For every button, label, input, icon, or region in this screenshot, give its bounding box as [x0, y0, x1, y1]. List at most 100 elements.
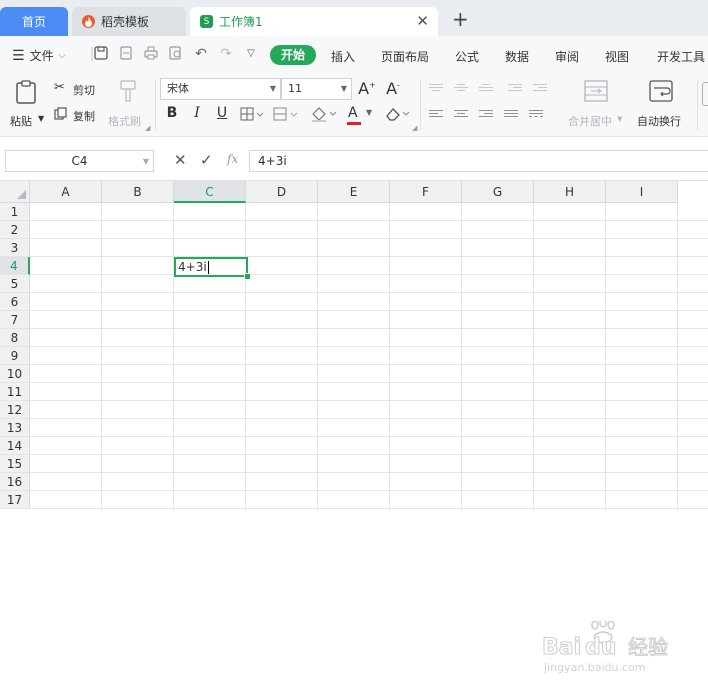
gridline [317, 203, 318, 511]
gridline [30, 436, 708, 437]
close-tab-icon[interactable]: ✕ [416, 13, 429, 29]
column-header-h[interactable]: H [534, 181, 606, 203]
customize-toolbar-icon[interactable]: ▽ [243, 46, 259, 62]
distributed-align-icon[interactable] [529, 110, 543, 120]
redo-icon[interactable]: ↷ [218, 46, 234, 62]
column-header-i[interactable]: I [606, 181, 678, 203]
cell-style-icon[interactable] [273, 107, 299, 124]
font-name-value: 宋体 [167, 82, 189, 95]
italic-button[interactable]: I [188, 105, 206, 121]
paste-button[interactable]: 粘贴 ▼ [10, 80, 50, 130]
chevron-down-icon: ▼ [38, 114, 45, 123]
column-header-c[interactable]: C [174, 181, 246, 203]
borders-icon[interactable] [240, 107, 264, 124]
row-header-6[interactable]: 6 [0, 293, 30, 311]
row-header-12[interactable]: 12 [0, 401, 30, 419]
tab-home[interactable]: 首页 [0, 7, 68, 36]
align-left-icon[interactable] [429, 110, 443, 120]
gridline [389, 203, 390, 511]
row-header-9[interactable]: 9 [0, 347, 30, 365]
ribbon-tab-insert[interactable]: 插入 [331, 48, 355, 65]
column-header-a[interactable]: A [30, 181, 102, 203]
active-cell-c4[interactable]: 4+3i [174, 257, 248, 277]
paintbrush-icon [118, 80, 138, 105]
row-header-3[interactable]: 3 [0, 239, 30, 257]
column-header-b[interactable]: B [102, 181, 174, 203]
row-header-14[interactable]: 14 [0, 437, 30, 455]
print-preview-icon[interactable] [168, 46, 184, 62]
row-header-8[interactable]: 8 [0, 329, 30, 347]
row-header-15[interactable]: 15 [0, 455, 30, 473]
undo-icon[interactable]: ↶ [193, 46, 209, 62]
formula-input[interactable]: 4+3i [249, 150, 708, 172]
confirm-entry-icon[interactable]: ✓ [200, 151, 213, 169]
spreadsheet-grid[interactable]: A B C D E F G H I 1 2 3 4 5 6 7 8 9 10 1… [0, 181, 708, 674]
save-icon[interactable] [93, 46, 109, 62]
row-header-5[interactable]: 5 [0, 275, 30, 293]
row-header-17[interactable]: 17 [0, 491, 30, 509]
row-header-7[interactable]: 7 [0, 311, 30, 329]
font-name-select[interactable]: 宋体 ▼ [160, 78, 281, 100]
cancel-entry-icon[interactable]: ✕ [174, 151, 187, 169]
dialog-launcher-icon[interactable]: ◢ [145, 124, 150, 132]
clear-format-icon[interactable] [384, 106, 410, 125]
print-icon[interactable] [143, 46, 159, 62]
copy-button[interactable]: 复制 [54, 106, 102, 124]
bold-button[interactable]: B [163, 105, 181, 121]
merge-center-button[interactable]: 合并居中 ▼ [566, 80, 626, 130]
align-middle-icon[interactable] [454, 84, 468, 94]
dialog-launcher-icon[interactable]: ◢ [412, 124, 417, 132]
column-header-d[interactable]: D [246, 181, 318, 203]
ribbon-tab-view[interactable]: 视图 [605, 48, 629, 65]
decrease-font-size-icon[interactable]: A- [384, 79, 402, 98]
export-pdf-icon[interactable] [118, 46, 134, 62]
select-all-button[interactable] [0, 181, 30, 203]
column-header-f[interactable]: F [390, 181, 462, 203]
ribbon-tab-page-layout[interactable]: 页面布局 [381, 48, 429, 65]
row-header-16[interactable]: 16 [0, 473, 30, 491]
ribbon-tab-data[interactable]: 数据 [505, 48, 529, 65]
underline-button[interactable]: U [213, 105, 231, 121]
format-painter-button[interactable]: 格式刷 [108, 80, 148, 130]
increase-font-size-icon[interactable]: A+ [358, 79, 376, 98]
new-tab-button[interactable]: + [452, 9, 469, 29]
column-header-e[interactable]: E [318, 181, 390, 203]
fill-handle[interactable] [244, 273, 251, 280]
align-right-icon[interactable] [479, 110, 493, 120]
name-box[interactable]: C4 ▼ [5, 150, 154, 172]
column-header-g[interactable]: G [462, 181, 534, 203]
tab-templates[interactable]: 稻壳模板 [72, 7, 186, 36]
row-header-4[interactable]: 4 [0, 257, 30, 275]
decrease-indent-icon[interactable] [508, 84, 522, 94]
svg-text:Bai: Bai [542, 635, 581, 660]
align-center-icon[interactable] [454, 110, 468, 120]
row-header-10[interactable]: 10 [0, 365, 30, 383]
increase-indent-icon[interactable] [533, 84, 547, 94]
align-bottom-icon[interactable] [479, 84, 493, 94]
ribbon-tab-developer[interactable]: 开发工具 [657, 48, 705, 65]
wrap-text-icon [649, 80, 675, 105]
formula-bar: C4 ▼ ✕ ✓ fx 4+3i [0, 141, 708, 181]
justify-icon[interactable] [504, 110, 518, 120]
fill-color-icon[interactable] [310, 106, 338, 125]
ribbon-tab-start[interactable]: 开始 [270, 45, 316, 65]
wrap-text-label: 自动换行 [637, 115, 681, 128]
gridline [30, 256, 708, 257]
row-header-1[interactable]: 1 [0, 203, 30, 221]
tab-workbook[interactable]: S 工作簿1 ✕ [190, 7, 438, 36]
file-menu[interactable]: ☰ 文件 ⌵ [12, 47, 65, 64]
row-header-2[interactable]: 2 [0, 221, 30, 239]
more-tools-button[interactable] [702, 82, 708, 106]
cut-button[interactable]: ✂ 剪切 [54, 80, 102, 98]
ribbon-tab-review[interactable]: 审阅 [555, 48, 579, 65]
font-size-select[interactable]: 11 ▼ [281, 78, 352, 100]
insert-function-icon[interactable]: fx [227, 152, 238, 166]
ribbon-tab-formulas[interactable]: 公式 [455, 48, 479, 65]
wrap-text-button[interactable]: 自动换行 [635, 80, 691, 130]
scissors-icon: ✂ [54, 80, 65, 95]
align-top-icon[interactable] [429, 84, 443, 94]
ribbon-divider [155, 80, 156, 130]
row-header-13[interactable]: 13 [0, 419, 30, 437]
row-header-11[interactable]: 11 [0, 383, 30, 401]
tab-templates-label: 稻壳模板 [101, 15, 150, 29]
